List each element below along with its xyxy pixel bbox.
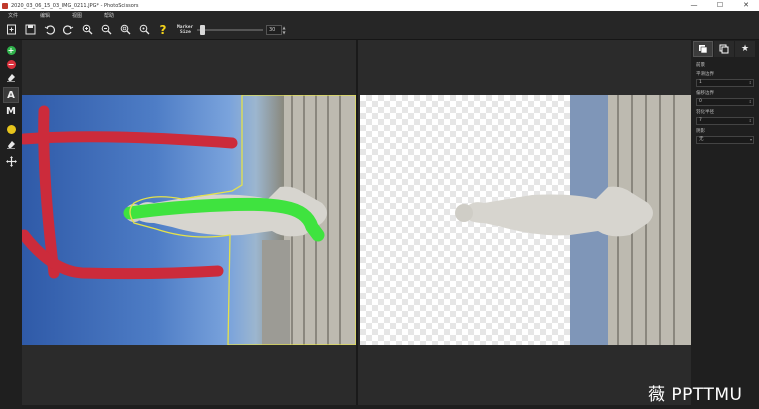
menu-view[interactable]: 视图 [72, 12, 82, 19]
new-file-button[interactable] [3, 22, 19, 38]
background-marker-strokes [22, 105, 238, 280]
tab-effects[interactable]: ★ [735, 41, 755, 57]
zoom-actual-button[interactable] [136, 22, 152, 38]
save-button[interactable] [22, 22, 38, 38]
app-icon [2, 2, 8, 9]
work-area [22, 40, 691, 405]
maximize-button[interactable]: ☐ [707, 0, 733, 11]
minimize-button[interactable]: — [681, 0, 707, 11]
result-pane [358, 40, 691, 405]
menu-bar: 文件 编辑 视图 帮助 [0, 11, 759, 20]
tab-foreground[interactable] [693, 41, 713, 57]
feather-radius-value: 7 [699, 118, 702, 123]
result-statue-head [455, 204, 473, 222]
undo-button[interactable] [41, 22, 57, 38]
shadow-label: 阴影 [696, 129, 705, 134]
properties-panel: ★ 前景 平滑边界 1 ⇕ 偏移边界 0 ⇕ 羽化半径 7 ⇕ 阴影 无 ▾ [691, 40, 759, 409]
feather-radius-input[interactable]: 7 ⇕ [696, 117, 754, 125]
save-icon [25, 24, 35, 35]
zoom-actual-icon [139, 24, 149, 35]
copy-icon [719, 44, 729, 54]
slider-track [197, 28, 263, 31]
help-button[interactable]: ? [155, 22, 171, 38]
marker-size-label: Marker Size [177, 25, 195, 35]
redo-button[interactable] [60, 22, 76, 38]
menu-edit[interactable]: 编辑 [40, 12, 50, 19]
marker-size-spinner[interactable]: ▲ ▼ [282, 25, 286, 35]
left-toolbar: + − A M [0, 40, 22, 409]
redo-icon [62, 25, 73, 35]
watermark-text: 薇 PPTTMU [648, 385, 743, 405]
add-foreground-icon: + [6, 45, 16, 55]
undo-icon [44, 25, 55, 35]
zoom-out-icon [101, 24, 111, 35]
smooth-edge-value: 1 [699, 80, 702, 85]
mask-tool[interactable]: M [3, 103, 19, 119]
eraser-icon [7, 74, 15, 82]
color-tool[interactable] [3, 121, 19, 137]
title-bar: 2020_03_06_15_03_IMG_0211.JPG* - PhotoSc… [0, 0, 759, 11]
result-image [455, 95, 691, 345]
chevron-down-icon[interactable]: ▾ [750, 137, 752, 143]
star-icon: ★ [740, 44, 750, 54]
marker-size-label-line2: Size [180, 29, 191, 35]
layers-icon [699, 45, 708, 54]
eraser2-tool[interactable] [3, 136, 19, 152]
slider-thumb[interactable] [200, 24, 206, 35]
offset-edge-label: 偏移边界 [696, 91, 714, 96]
spinner-icon[interactable]: ⇕ [749, 80, 752, 86]
toolbar: ? Marker Size 30 ▲ ▼ [0, 20, 759, 40]
stone-wall [262, 240, 290, 345]
eraser2-icon [7, 141, 15, 149]
smooth-edge-label: 平滑边界 [696, 72, 714, 77]
feather-radius-label: 羽化半径 [696, 110, 714, 115]
marker-size-slider[interactable] [197, 24, 263, 36]
window-title: 2020_03_06_15_03_IMG_0211.JPG* - PhotoSc… [11, 2, 139, 9]
marker-size-input[interactable]: 30 [266, 24, 282, 35]
spinner-icon[interactable]: ⇕ [749, 118, 752, 124]
color-dot-icon [6, 124, 16, 134]
result-image-canvas[interactable] [360, 95, 691, 345]
source-image [22, 95, 356, 345]
offset-edge-input[interactable]: 0 ⇕ [696, 98, 754, 106]
menu-file[interactable]: 文件 [8, 12, 18, 19]
zoom-in-button[interactable] [79, 22, 95, 38]
source-image-canvas[interactable] [22, 95, 356, 345]
move-icon [5, 155, 17, 167]
panel-tabs: ★ [693, 41, 759, 57]
zoom-fit-button[interactable] [117, 22, 133, 38]
zoom-out-button[interactable] [98, 22, 114, 38]
new-file-icon [6, 24, 16, 35]
marker-size-label-line1: Marker [177, 24, 194, 30]
spinner-icon[interactable]: ⇕ [749, 99, 752, 105]
help-icon: ? [159, 22, 167, 37]
eraser-tool[interactable] [3, 69, 19, 85]
tab-background[interactable] [714, 41, 734, 57]
shadow-select[interactable]: 无 ▾ [696, 136, 754, 144]
smooth-edge-input[interactable]: 1 ⇕ [696, 79, 754, 87]
text-tool-icon: A [7, 89, 15, 101]
move-tool[interactable] [3, 153, 19, 169]
mask-tool-icon: M [6, 105, 16, 117]
result-statue [462, 186, 653, 237]
close-button[interactable]: ✕ [733, 0, 759, 11]
remove-background-icon: − [6, 59, 16, 69]
shadow-value: 无 [699, 137, 704, 142]
source-pane [22, 40, 356, 405]
menu-help[interactable]: 帮助 [104, 12, 114, 19]
section-title: 前景 [696, 63, 705, 68]
offset-edge-value: 0 [699, 99, 702, 104]
photoscissors-window: 2020_03_06_15_03_IMG_0211.JPG* - PhotoSc… [0, 0, 759, 409]
zoom-in-icon [82, 24, 92, 35]
zoom-fit-icon [120, 24, 130, 35]
text-tool[interactable]: A [3, 87, 19, 103]
